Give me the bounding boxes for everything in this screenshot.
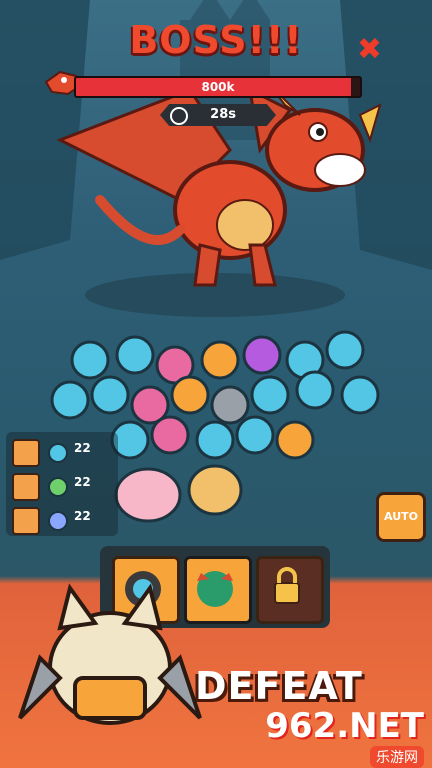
clock-icon (170, 107, 188, 125)
bow-icon (12, 473, 40, 501)
unit-stats-panel: 22 22 22 (6, 432, 118, 536)
stat-row-melee: 22 (10, 436, 114, 467)
unit-icon (48, 511, 68, 531)
unit-icon (48, 443, 68, 463)
defeat-banner: DEFEAT (195, 664, 363, 708)
watermark: 962.NET 乐游网 (265, 706, 424, 768)
stat-count: 22 (74, 509, 91, 523)
game-scene: BOSS!!! ✖ 800k 28s 22 22 22 AUTO DEFEAT … (0, 0, 432, 768)
timer-badge: 28s (160, 104, 276, 126)
watermark-subtitle: 乐游网 (370, 746, 424, 768)
auto-button[interactable]: AUTO (376, 492, 426, 542)
boss-hp-bar: 800k (44, 70, 362, 98)
timer-value: 28s (210, 107, 236, 122)
close-icon[interactable]: ✖ (357, 32, 382, 67)
stat-count: 22 (74, 475, 91, 489)
unit-icon (48, 477, 68, 497)
stat-row-magic: 22 (10, 504, 114, 535)
magic-staff-icon (12, 507, 40, 535)
stat-row-ranged: 22 (10, 470, 114, 501)
hp-track: 800k (74, 76, 362, 98)
sword-icon (12, 439, 40, 467)
cat-warrior-icon (18, 583, 202, 725)
watermark-logo: 962.NET (265, 706, 424, 746)
hp-value: 800k (201, 80, 235, 94)
stat-count: 22 (74, 441, 91, 455)
